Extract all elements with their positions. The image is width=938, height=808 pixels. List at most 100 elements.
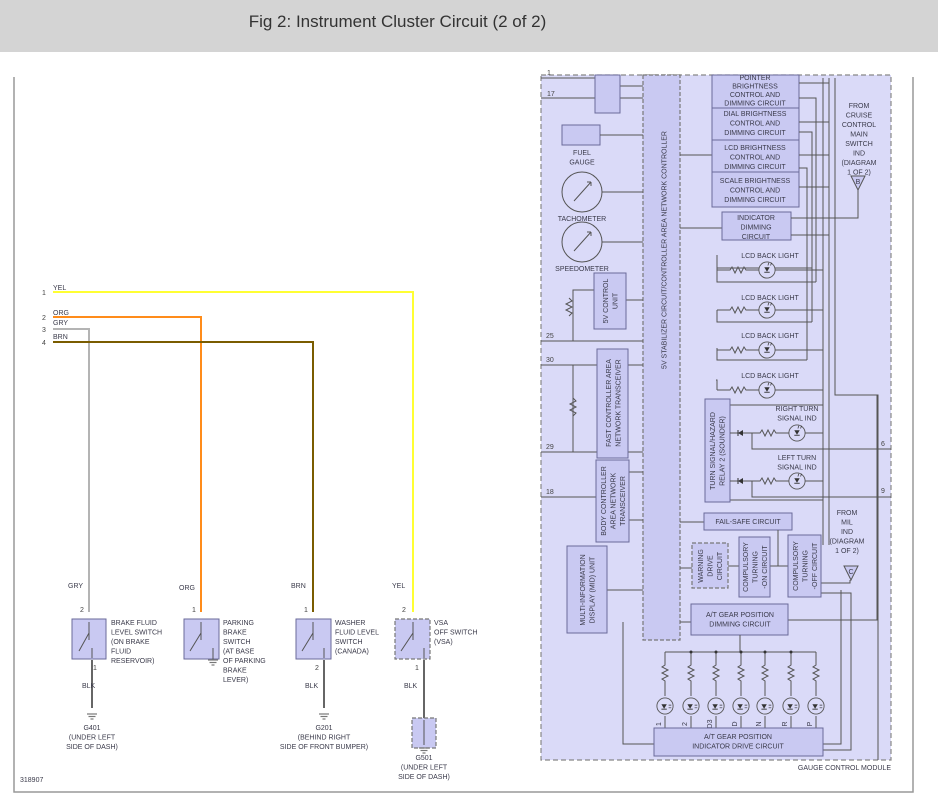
label-line: SIGNAL IND <box>777 465 816 472</box>
label-line: (CANADA) <box>335 649 369 656</box>
pin-label: 2 <box>315 665 319 672</box>
mid-unit <box>566 545 608 634</box>
wiring-diagram: 1 YEL 2 ORG 3 GRY 4 BRN GRY 2 BRAKE FLUI… <box>13 70 914 793</box>
led-icon <box>707 697 725 715</box>
label-line: -ON CIRCUIT <box>762 545 769 589</box>
label-line: SIGNAL IND <box>777 416 816 423</box>
mil-ref: C <box>848 569 853 576</box>
fail-safe-label: FAIL-SAFE CIRCUIT <box>715 519 781 526</box>
label-line: TURNING <box>753 551 760 583</box>
label-line: DIMMING CIRCUIT <box>724 164 786 171</box>
wire-label: BLK <box>305 683 319 690</box>
switch-label: BRAKE FLUID LEVEL SWITCH (ON BRAKE FLUID RES… <box>111 620 162 665</box>
switch-label: PARKING BRAKE SWITCH (AT BASE OF PARKING BRAK… <box>223 620 266 684</box>
label-line: BRAKE FLUID <box>111 620 157 627</box>
led-icon <box>656 697 674 715</box>
label-line: CONTROL AND <box>730 188 780 195</box>
label-line: (BEHIND RIGHT <box>298 735 351 742</box>
pin-label: 18 <box>546 489 554 496</box>
ground-label: G401 (UNDER LEFT SIDE OF DASH) <box>66 725 118 751</box>
pin-label: 1 <box>547 70 551 77</box>
lcd-label: LCD BRIGHTNESS CONTROL AND DIMMING CIRCUIT <box>724 145 786 171</box>
label-line: BODY CONTROLLER <box>601 466 608 536</box>
label-line: (UNDER LEFT <box>69 735 116 742</box>
pin-label: 2 <box>402 607 406 614</box>
gear-position-label: R <box>782 721 789 726</box>
label-line: DIMMING CIRCUIT <box>724 101 786 108</box>
label-line: 1 OF 2) <box>835 548 859 555</box>
wire-label: YEL <box>392 583 405 590</box>
speedometer-label: SPEEDOMETER <box>555 266 609 273</box>
pin-4-label: 4 <box>42 340 46 347</box>
pin-2-label: 2 <box>42 315 46 322</box>
scale-label: SCALE BRIGHTNESS CONTROL AND DIMMING CIRCU… <box>720 178 791 204</box>
label-line: BRAKE <box>223 668 247 675</box>
label-line: UNIT <box>612 292 619 309</box>
pin-label: 30 <box>546 357 554 364</box>
label-line: IND <box>853 151 865 158</box>
label-line: (UNDER LEFT <box>401 765 448 772</box>
label-line: TURN SIGNAL/HAZARD <box>710 412 717 490</box>
led-icon <box>756 697 774 715</box>
switch-label: VSA OFF SWITCH (VSA) <box>434 620 478 646</box>
label-line: A/T GEAR POSITION <box>706 612 774 619</box>
pin-label: 1 <box>415 665 419 672</box>
label-line: LEFT TURN <box>778 455 816 462</box>
label-line: FUEL <box>573 150 591 157</box>
gear-position-label: 1 <box>656 722 663 726</box>
gear-position-label: D <box>732 721 739 726</box>
ground-icon <box>86 713 98 720</box>
led-icon <box>682 697 700 715</box>
ground-icon <box>318 713 330 720</box>
label-line: LEVEL SWITCH <box>111 630 162 637</box>
label-line: POINTER <box>739 75 770 82</box>
label-line: OF PARKING <box>223 658 266 665</box>
pin-label: 9 <box>881 488 885 495</box>
label-line: CONTROL AND <box>730 92 780 99</box>
label-line: CONTROL AND <box>730 155 780 162</box>
wire-brn <box>53 341 314 612</box>
label-line: SIDE OF DASH) <box>66 744 118 751</box>
label-line: CRUISE <box>846 113 873 120</box>
connector-wires: 1 YEL 2 ORG 3 GRY 4 BRN <box>42 285 414 612</box>
ground-icon <box>418 747 430 754</box>
label-line: SIDE OF FRONT BUMPER) <box>280 744 368 751</box>
label-line: DIMMING <box>740 225 771 232</box>
gear-position-label: P <box>807 721 814 726</box>
wire-org <box>53 316 202 612</box>
wire-gry <box>53 328 90 612</box>
led-icon <box>782 697 800 715</box>
label-line: WARNING <box>698 549 705 583</box>
label-line: CONTROL AND <box>730 121 780 128</box>
label-line: RIGHT TURN <box>776 406 819 413</box>
ground-label: G201 (BEHIND RIGHT SIDE OF FRONT BUMPER) <box>280 725 368 751</box>
fuel-gauge <box>561 124 601 146</box>
led-icon <box>758 381 776 399</box>
label-line: TURNING <box>803 550 810 582</box>
label-line: (DIAGRAM <box>842 160 877 167</box>
label-line: LCD BRIGHTNESS <box>724 145 786 152</box>
label-line: DIMMING CIRCUIT <box>709 622 771 629</box>
stabilizer-label: 5V STABILIZER CIRCUIT/CONTROLLER AREA NE… <box>662 131 669 369</box>
wire-gry-label: GRY <box>53 320 68 327</box>
label-line: FLUID <box>111 649 131 656</box>
gear-position-label: D3 <box>707 719 714 728</box>
label-line: NETWORK TRANSCEIVER <box>615 359 622 446</box>
pin-label: 25 <box>546 333 554 340</box>
brake-fluid-level-switch: GRY 2 BRAKE FLUID LEVEL SWITCH (ON BRAKE FL… <box>66 583 162 751</box>
led-icon <box>732 697 750 715</box>
label-line: IND <box>841 529 853 536</box>
body-can-label: BODY CONTROLLER AREA NETWORK TRANSCEIVER <box>601 466 627 536</box>
module-name: GAUGE CONTROL MODULE <box>798 765 891 772</box>
label-line: PARKING <box>223 620 254 627</box>
vsa-off-switch: YEL 2 VSA OFF SWITCH (VSA) 1 BLK G501 (UNDE… <box>392 583 478 781</box>
label-line: G401 <box>83 725 100 732</box>
label-line: G501 <box>415 755 432 762</box>
label-line: SWITCH <box>223 639 251 646</box>
pin-label: 17 <box>547 91 555 98</box>
label-line: INDICATOR DRIVE CIRCUIT <box>692 744 784 751</box>
lcd-back-light-label: LCD BACK LIGHT <box>741 333 799 340</box>
label-line: DIMMING CIRCUIT <box>724 130 786 137</box>
pin-1-label: 1 <box>42 290 46 297</box>
gear-position-dimming-circuit <box>690 603 789 636</box>
